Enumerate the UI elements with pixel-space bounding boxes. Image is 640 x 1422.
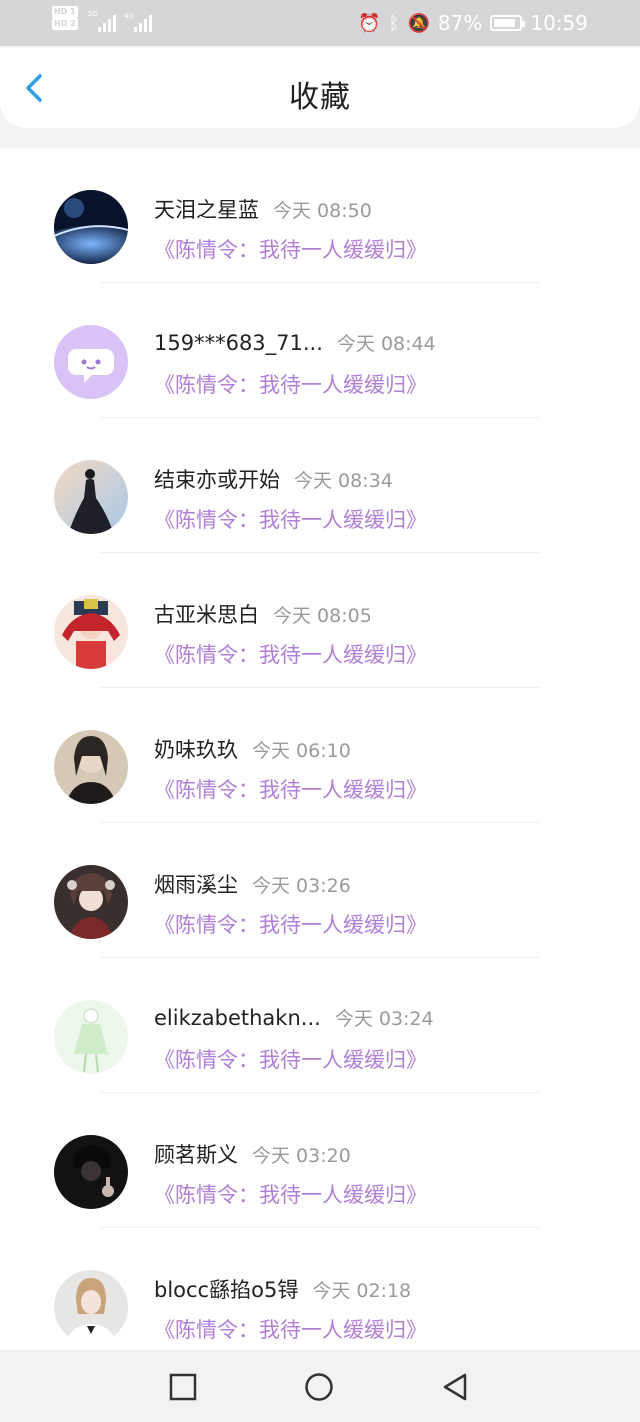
name-line: elikzabethakn... 今天 03:24 bbox=[154, 1004, 434, 1031]
favorite-title-link[interactable]: 《陈情令：我待一人缓缓归》 bbox=[154, 369, 427, 399]
list-item[interactable]: 结束亦或开始 今天 08:34 《陈情令：我待一人缓缓归》 bbox=[0, 418, 640, 553]
timestamp: 今天 06:10 bbox=[252, 740, 351, 762]
bluetooth-icon: ᛒ bbox=[388, 12, 400, 34]
user-name[interactable]: blocc繇掐o5锝 bbox=[154, 1278, 298, 1302]
timestamp: 今天 08:44 bbox=[336, 333, 436, 355]
user-name[interactable]: 天泪之星蓝 bbox=[154, 198, 259, 222]
name-line: blocc繇掐o5锝 今天 02:18 bbox=[154, 1274, 411, 1304]
signal-2-icon bbox=[134, 14, 156, 32]
name-line: 结束亦或开始 今天 08:34 bbox=[154, 464, 393, 494]
list-item[interactable]: 顾茗斯义 今天 03:20 《陈情令：我待一人缓缓归》 bbox=[0, 1093, 640, 1228]
timestamp: 今天 08:34 bbox=[294, 470, 393, 492]
user-name[interactable]: 结束亦或开始 bbox=[154, 468, 280, 492]
silhouette-avatar[interactable] bbox=[54, 460, 128, 534]
recents-square-icon bbox=[169, 1373, 197, 1401]
name-line: 古亚米思白 今天 08:05 bbox=[154, 599, 372, 629]
girl-portrait-avatar[interactable] bbox=[54, 1270, 128, 1344]
battery-icon bbox=[490, 15, 526, 31]
battery-percent: 87% bbox=[437, 11, 483, 35]
status-right: ⏰ ᛒ 🔕 87% 10:59 bbox=[358, 11, 588, 35]
list-item[interactable]: 天泪之星蓝 今天 08:50 《陈情令：我待一人缓缓归》 bbox=[0, 148, 640, 283]
user-name[interactable]: 顾茗斯义 bbox=[154, 1143, 238, 1167]
sim-indicators: HD 1 HD 2 bbox=[52, 6, 80, 30]
page-title: 收藏 bbox=[289, 80, 351, 115]
list-item[interactable]: 奶味玖玖 今天 06:10 《陈情令：我待一人缓缓归》 bbox=[0, 688, 640, 823]
default-chat-avatar[interactable] bbox=[54, 325, 128, 399]
home-circle-icon bbox=[305, 1373, 333, 1401]
name-line: 159***683_71... 今天 08:44 bbox=[154, 329, 436, 356]
planet-avatar[interactable] bbox=[54, 190, 128, 264]
user-name[interactable]: 159***683_71... bbox=[154, 331, 323, 355]
sim1-label: HD 1 bbox=[52, 6, 78, 18]
anime-avatar[interactable] bbox=[54, 595, 128, 669]
timestamp: 今天 03:26 bbox=[252, 875, 351, 897]
favorite-title-link[interactable]: 《陈情令：我待一人缓缓归》 bbox=[154, 909, 427, 939]
user-name[interactable]: elikzabethakn... bbox=[154, 1006, 321, 1030]
timestamp: 今天 08:50 bbox=[273, 200, 372, 222]
list-item[interactable]: blocc繇掐o5锝 今天 02:18 《陈情令：我待一人缓缓归》 bbox=[0, 1228, 640, 1350]
list-item[interactable]: 159***683_71... 今天 08:44 《陈情令：我待一人缓缓归》 bbox=[0, 283, 640, 418]
sim2-label: HD 2 bbox=[52, 18, 78, 30]
clock: 10:59 bbox=[530, 11, 588, 35]
name-line: 奶味玖玖 今天 06:10 bbox=[154, 734, 351, 764]
timestamp: 今天 02:18 bbox=[312, 1280, 412, 1302]
favorite-title-link[interactable]: 《陈情令：我待一人缓缓归》 bbox=[154, 639, 427, 669]
nav-bar: 收藏 bbox=[0, 48, 640, 128]
favorites-list: 天泪之星蓝 今天 08:50 《陈情令：我待一人缓缓归》 159***683_71..… bbox=[0, 148, 640, 1350]
sketch-avatar[interactable] bbox=[54, 1000, 128, 1074]
alarm-icon: ⏰ bbox=[358, 12, 381, 34]
mute-icon: 🔕 bbox=[407, 12, 430, 34]
dark-portrait-avatar[interactable] bbox=[54, 1135, 128, 1209]
network-1: 5G bbox=[88, 10, 98, 18]
status-bar: HD 1 HD 2 5G 4G ⏰ ᛒ 🔕 87% 10:59 bbox=[0, 0, 640, 46]
user-name[interactable]: 烟雨溪尘 bbox=[154, 873, 238, 897]
favorite-title-link[interactable]: 《陈情令：我待一人缓缓归》 bbox=[154, 774, 427, 804]
system-nav-bar bbox=[0, 1350, 640, 1422]
list-item[interactable]: 烟雨溪尘 今天 03:26 《陈情令：我待一人缓缓归》 bbox=[0, 823, 640, 958]
recents-button[interactable] bbox=[168, 1372, 198, 1402]
home-button[interactable] bbox=[304, 1372, 334, 1402]
system-back-button[interactable] bbox=[440, 1372, 470, 1402]
favorite-title-link[interactable]: 《陈情令：我待一人缓缓归》 bbox=[154, 504, 427, 534]
illustration-avatar[interactable] bbox=[54, 865, 128, 939]
favorite-title-link[interactable]: 《陈情令：我待一人缓缓归》 bbox=[154, 234, 427, 264]
name-line: 烟雨溪尘 今天 03:26 bbox=[154, 869, 351, 899]
portrait-avatar[interactable] bbox=[54, 730, 128, 804]
list-item[interactable]: elikzabethakn... 今天 03:24 《陈情令：我待一人缓缓归》 bbox=[0, 958, 640, 1093]
favorite-title-link[interactable]: 《陈情令：我待一人缓缓归》 bbox=[154, 1179, 427, 1209]
list-item[interactable]: 古亚米思白 今天 08:05 《陈情令：我待一人缓缓归》 bbox=[0, 553, 640, 688]
timestamp: 今天 03:24 bbox=[334, 1008, 434, 1030]
user-name[interactable]: 奶味玖玖 bbox=[154, 738, 238, 762]
user-name[interactable]: 古亚米思白 bbox=[154, 603, 259, 627]
timestamp: 今天 08:05 bbox=[273, 605, 372, 627]
name-line: 天泪之星蓝 今天 08:50 bbox=[154, 194, 372, 224]
favorite-title-link[interactable]: 《陈情令：我待一人缓缓归》 bbox=[154, 1044, 427, 1074]
network-2: 4G bbox=[124, 12, 134, 20]
back-triangle-icon bbox=[443, 1373, 467, 1401]
name-line: 顾茗斯义 今天 03:20 bbox=[154, 1139, 351, 1169]
favorite-title-link[interactable]: 《陈情令：我待一人缓缓归》 bbox=[154, 1314, 427, 1344]
timestamp: 今天 03:20 bbox=[252, 1145, 351, 1167]
signal-1-icon bbox=[98, 14, 120, 32]
